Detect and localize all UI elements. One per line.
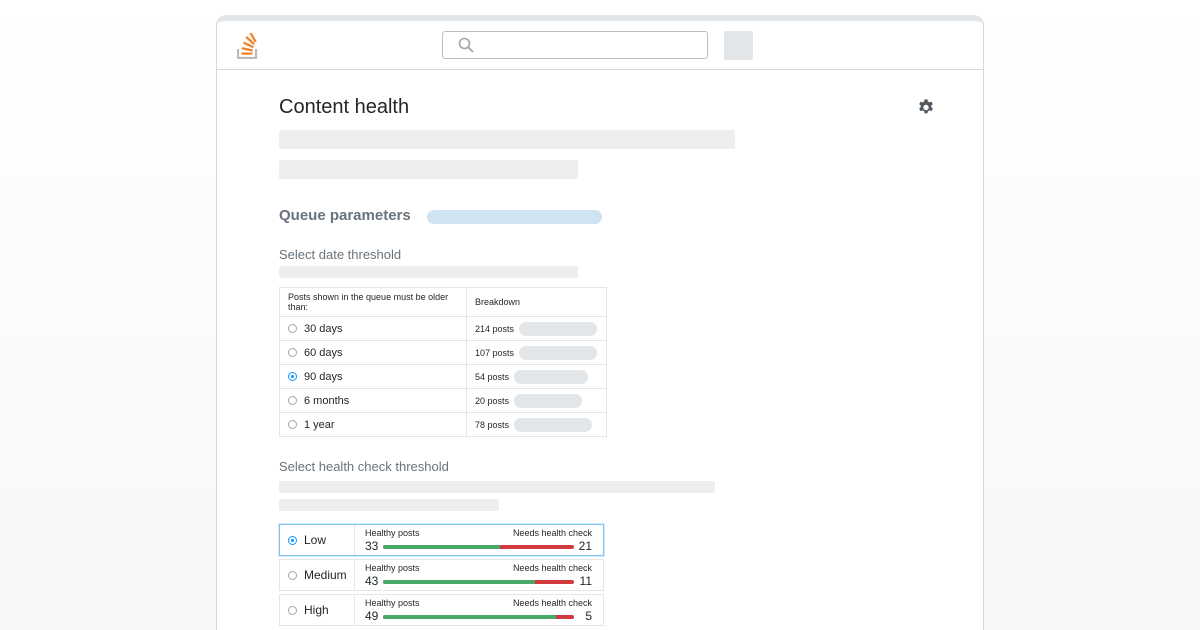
date-threshold-table: Posts shown in the queue must be older t…: [279, 287, 607, 437]
date-option-label: 30 days: [304, 322, 343, 335]
healthy-count: 43: [365, 574, 379, 588]
needs-health-check-label: Needs health check: [512, 598, 592, 608]
date-option-label: 1 year: [304, 418, 335, 431]
radio-button-selected[interactable]: [288, 535, 297, 545]
healthy-posts-label: Healthy posts: [365, 598, 420, 608]
needs-check-count: 11: [579, 574, 592, 588]
post-count: 214 posts: [475, 323, 515, 334]
radio-button[interactable]: [288, 419, 297, 429]
needs-check-count: 5: [585, 609, 592, 623]
date-option-label: 60 days: [304, 346, 343, 359]
post-count: 78 posts: [475, 419, 510, 430]
search-icon: [458, 37, 474, 53]
post-count: 54 posts: [475, 371, 510, 382]
healthy-fill: [383, 545, 500, 549]
page-title: Content health: [279, 96, 410, 118]
needs-check-count: 21: [578, 539, 592, 553]
table-row[interactable]: 1 year 78 posts: [279, 412, 607, 437]
table-row[interactable]: 30 days 214 posts: [279, 316, 607, 341]
health-option-high[interactable]: High Healthy posts Needs health check 49…: [279, 594, 604, 626]
healthy-posts-label: Healthy posts: [365, 528, 420, 538]
healthy-count: 49: [365, 609, 379, 623]
post-count: 107 posts: [475, 347, 515, 358]
search-input[interactable]: [442, 31, 708, 59]
date-threshold-description-placeholder: [279, 266, 578, 278]
health-ratio-bar: [383, 615, 574, 619]
health-threshold-description-placeholder: [279, 499, 499, 511]
date-option-label: 90 days: [304, 370, 343, 383]
radio-button[interactable]: [288, 323, 297, 333]
health-option-low[interactable]: Low Healthy posts Needs health check 33 …: [279, 524, 604, 556]
radio-button[interactable]: [288, 395, 297, 405]
breakdown-bar-placeholder: [514, 369, 589, 384]
table-row[interactable]: 6 months 20 posts: [279, 388, 607, 413]
radio-button[interactable]: [288, 347, 297, 357]
healthy-count: 33: [365, 539, 379, 553]
health-option-medium[interactable]: Medium Healthy posts Needs health check …: [279, 559, 604, 591]
description-placeholder: [279, 160, 578, 179]
needs-health-check-label: Needs health check: [512, 528, 592, 538]
breakdown-bar-placeholder: [514, 417, 593, 432]
health-option-label: High: [304, 603, 329, 617]
health-option-label: Low: [304, 533, 327, 547]
table-row[interactable]: 60 days 107 posts: [279, 340, 607, 365]
table-header-older-than: Posts shown in the queue must be older t…: [279, 287, 467, 317]
date-option-label: 6 months: [304, 394, 350, 407]
table-header-breakdown: Breakdown: [466, 287, 607, 317]
avatar[interactable]: [724, 31, 753, 60]
health-option-label: Medium: [304, 568, 347, 582]
health-threshold-description-placeholder: [279, 481, 715, 493]
radio-button[interactable]: [288, 570, 297, 580]
stack-overflow-logo[interactable]: [237, 33, 259, 59]
radio-button-selected[interactable]: [288, 371, 297, 381]
top-bar: [217, 21, 983, 70]
radio-button[interactable]: [288, 605, 297, 615]
needs-health-check-label: Needs health check: [512, 563, 592, 573]
post-count: 20 posts: [475, 395, 510, 406]
browser-window: Content health Queue parameters Select d…: [216, 15, 984, 630]
section-badge-placeholder: [427, 210, 602, 224]
description-placeholder: [279, 130, 735, 149]
date-threshold-heading: Select date threshold: [279, 247, 402, 262]
health-ratio-bar: [383, 545, 574, 549]
healthy-fill: [383, 580, 536, 584]
breakdown-bar-placeholder: [519, 321, 598, 336]
section-title: Queue parameters: [279, 207, 411, 224]
breakdown-bar-placeholder: [519, 345, 598, 360]
healthy-fill: [383, 615, 557, 619]
health-threshold-heading: Select health check threshold: [279, 459, 449, 474]
table-row[interactable]: 90 days 54 posts: [279, 364, 607, 389]
healthy-posts-label: Healthy posts: [365, 563, 420, 573]
breakdown-bar-placeholder: [514, 393, 583, 408]
health-ratio-bar: [383, 580, 574, 584]
gear-icon[interactable]: [917, 98, 935, 116]
